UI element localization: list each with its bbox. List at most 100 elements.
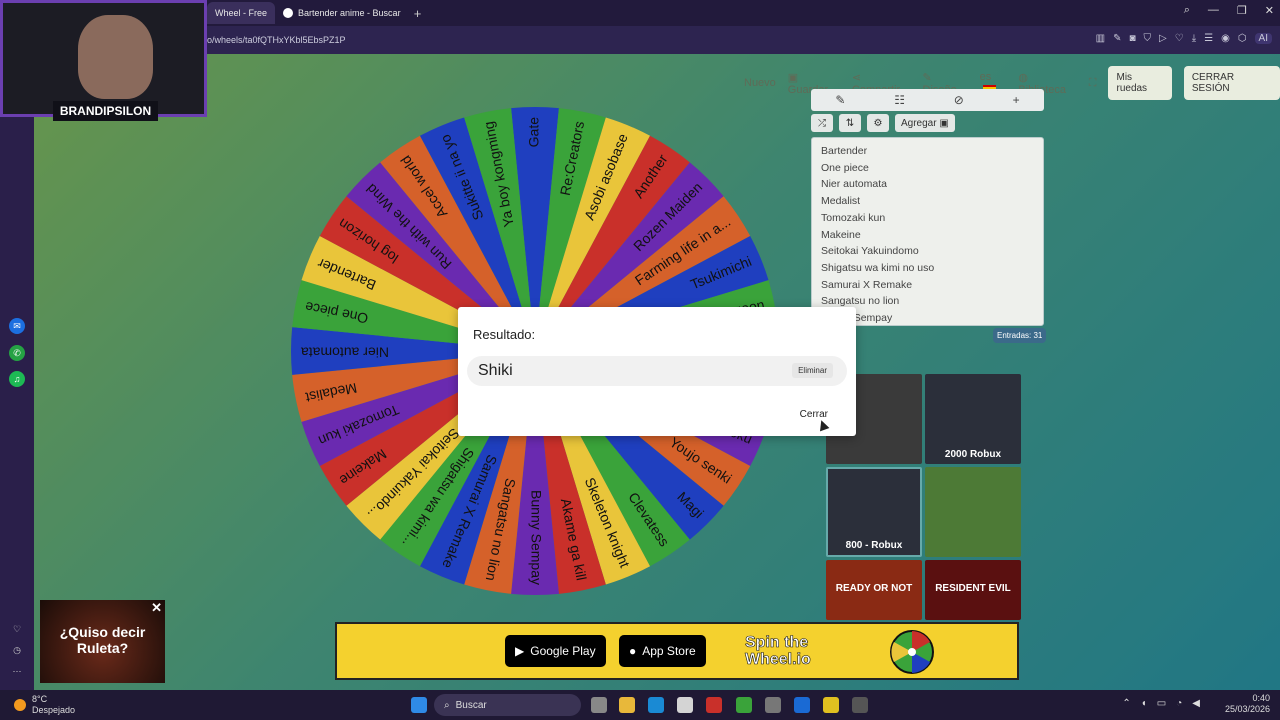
taskbar-search[interactable]: ⌕ Buscar [434,694,581,716]
sort-button[interactable]: ⇅ [839,114,861,132]
task-view-icon[interactable] [591,697,607,713]
opera-icon[interactable] [706,697,722,713]
shield-icon[interactable]: ⛉ [1144,33,1152,44]
minimize-icon[interactable]: — [1208,4,1219,17]
ad-thumb[interactable]: 2000 Robux [925,374,1021,464]
tab-add[interactable]: + [1013,93,1020,107]
entries-list: Bartender One piece Nier automata Medalist T… [821,143,1034,325]
notepad-icon[interactable] [794,697,810,713]
logout-button[interactable]: CERRAR SESIÓN [1183,66,1280,100]
microphone-icon[interactable]: ◖ [1141,698,1147,709]
my-wheels-button[interactable]: Mis ruedas [1108,66,1172,100]
tab-results[interactable]: ☷ [894,93,905,107]
entry-item[interactable]: Nier automata [821,176,1034,193]
settings-button[interactable]: ⚙ [867,114,889,132]
file-explorer-icon[interactable] [619,697,635,713]
tab-search[interactable]: Bartender anime - Buscar [275,2,409,24]
ai-button[interactable]: AI [1254,33,1272,44]
delete-button[interactable]: Eliminar [792,363,833,378]
new-tab-button[interactable]: + [409,6,427,21]
tab-hide[interactable]: ⊘ [954,93,964,107]
app-icon[interactable] [852,697,868,713]
volume-icon[interactable]: ◀ [1192,698,1200,709]
close-icon[interactable]: ✕ [1265,4,1274,17]
ad-thumb[interactable] [925,467,1021,557]
tab-label: Bartender anime - Buscar [298,8,401,18]
entry-item[interactable]: Tomozaki kun [821,210,1034,227]
editor-toolbar: ⤮ ⇅ ⚙ Agregar ▣ [811,114,955,132]
ad-thumb[interactable]: 800 - Robux [826,467,922,557]
entry-item[interactable]: Bartender [821,143,1034,160]
clock[interactable]: 0:40 25/03/2026 [1225,693,1270,715]
sidebar-icon[interactable]: ▥ [1096,33,1105,44]
taskbar: 8°C Despejado ⌕ Buscar ⌃ ◖ ▭ ◔ ◀ 0:40 25/03… [0,690,1280,720]
app-store-button[interactable]: ● App Store [619,635,706,667]
menu-icon[interactable]: ☰ [1204,33,1213,44]
brand-line1: Spin the [745,634,809,652]
fullscreen-icon[interactable]: ⛶ [1089,77,1097,90]
entry-item[interactable]: One piece [821,160,1034,177]
restore-icon[interactable]: ❐ [1237,4,1247,17]
download-icon[interactable]: ⤓ [1192,33,1196,44]
search-icon[interactable]: ⌕ [1184,4,1190,17]
globe-icon: ◍ [1018,71,1028,84]
webcam-overlay: BRANDIPSILON [0,0,207,121]
heart-icon[interactable]: ♡ [1175,33,1184,44]
whatsapp-icon[interactable]: ✆ [9,345,25,361]
tab-wheel[interactable]: Wheel - Free [207,2,276,24]
add-image-button[interactable]: Agregar ▣ [895,114,955,132]
google-play-button[interactable]: ▶ Google Play [505,635,606,667]
result-title: Resultado: [473,327,536,342]
entry-item[interactable]: Seitokai Yakuindomo [821,243,1034,260]
url-field[interactable]: o/wheels/ta0fQTHxYKbl5EbsPZ1P [207,35,346,45]
entry-item[interactable]: Medalist [821,193,1034,210]
display-icon[interactable]: ▭ [1157,698,1166,709]
new-button[interactable]: Nuevo [744,77,776,89]
brand-logo: Spin the Wheel.io [745,634,811,669]
spotify-icon[interactable]: ♫ [9,371,25,387]
app-store-label: App Store [642,644,696,658]
ad-label: 800 - Robux [845,540,903,551]
weather-widget[interactable]: 8°C Despejado [14,694,75,716]
roulette-ad-text: ¿Quiso decir Ruleta? [59,624,146,656]
wheel-segment-label: Nier automata [301,344,389,360]
entry-item[interactable]: Shigatsu wa kimi no uso [821,260,1034,277]
time: 0:40 [1252,693,1270,703]
heart-icon[interactable]: ♡ [9,621,25,637]
ad-thumb[interactable]: READY OR NOT [826,560,922,620]
ad-banner[interactable]: ▶ Google Play ● App Store Spin the Wheel.io [335,622,1019,680]
wheel-segment-label: Bunny Sempay [528,490,544,585]
more-icon[interactable]: ⋯ [9,663,25,679]
google-icon [283,8,294,18]
close-icon[interactable]: ✕ [151,600,162,616]
edge-icon[interactable] [648,697,664,713]
share-icon: ⋖ [851,71,862,84]
temperature: 8°C [32,694,48,704]
roulette-ad[interactable]: ✕ ¿Quiso decir Ruleta? [40,600,165,683]
xbox-icon[interactable] [736,697,752,713]
network-icon[interactable]: ◔ [1176,698,1182,709]
steam-icon[interactable] [765,697,781,713]
play-icon[interactable]: ▷ [1159,33,1167,44]
history-icon[interactable]: ◷ [9,642,25,658]
entries-count-badge: Entradas: 31 [993,328,1047,343]
store-icon[interactable] [677,697,693,713]
folder-icon[interactable] [823,697,839,713]
entry-item[interactable]: Samurai X Remake [821,277,1034,294]
account-icon[interactable]: ◉ [1221,33,1230,44]
camera-icon[interactable]: ◙ [1129,33,1135,44]
entries-textarea[interactable]: Bartender One piece Nier automata Medalist T… [811,137,1044,326]
chevron-up-icon[interactable]: ⌃ [1122,698,1130,709]
window-controls: ⌕ — ❐ ✕ [1184,4,1274,17]
weather-text: Despejado [32,705,76,715]
shuffle-button[interactable]: ⤮ [811,114,833,132]
extension-icon[interactable]: ⬡ [1238,33,1247,44]
ad-label: RESIDENT EVIL [935,582,1011,594]
ad-thumb[interactable]: RESIDENT EVIL [925,560,1021,620]
entry-item[interactable]: Makeine [821,227,1034,244]
messenger-icon[interactable]: ✉ [9,318,25,334]
language-label: es [979,71,992,83]
windows-start-icon[interactable] [411,697,427,713]
edit-icon[interactable]: ✎ [1113,33,1121,44]
tab-edit[interactable]: ✎ [835,93,845,107]
